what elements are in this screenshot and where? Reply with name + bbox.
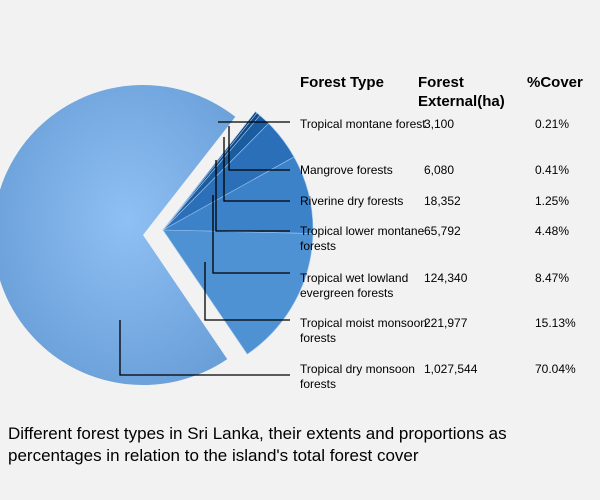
row-type-lower-montane: Tropical lower montane forests	[300, 224, 425, 253]
row-percent-mangrove: 0.41%	[535, 163, 570, 177]
header-forest-type: Forest Type	[300, 74, 384, 91]
row-type-riverine-dry: Riverine dry forests	[300, 194, 404, 208]
row-type-dry-monsoon: Tropical dry monsoon forests	[300, 362, 415, 391]
row-extent-mangrove: 6,080	[424, 163, 455, 177]
row-percent-riverine-dry: 1.25%	[535, 194, 570, 208]
header-percent-cover: %Cover	[527, 74, 583, 91]
row-type-mangrove: Mangrove forests	[300, 163, 393, 177]
header-forest-extent: Forest External(ha)	[418, 74, 505, 110]
row-percent-lower-montane: 4.48%	[535, 224, 570, 238]
row-extent-dry-monsoon: 1,027,544	[424, 362, 478, 376]
row-type-tropical-montane: Tropical montane forest	[300, 117, 426, 131]
row-type-wet-lowland: Tropical wet lowland evergreen forests	[300, 271, 409, 300]
row-extent-wet-lowland: 124,340	[424, 271, 468, 285]
row-percent-moist-monsoon: 15.13%	[535, 316, 576, 330]
row-extent-riverine-dry: 18,352	[424, 194, 461, 208]
row-percent-tropical-montane: 0.21%	[535, 117, 570, 131]
row-extent-lower-montane: 65,792	[424, 224, 461, 238]
row-type-moist-monsoon: Tropical moist monsoon forests	[300, 316, 427, 345]
chart-caption: Different forest types in Sri Lanka, the…	[8, 424, 507, 465]
row-percent-wet-lowland: 8.47%	[535, 271, 570, 285]
row-extent-tropical-montane: 3,100	[424, 117, 455, 131]
row-extent-moist-monsoon: 221,977	[424, 316, 468, 330]
row-percent-dry-monsoon: 70.04%	[535, 362, 576, 376]
